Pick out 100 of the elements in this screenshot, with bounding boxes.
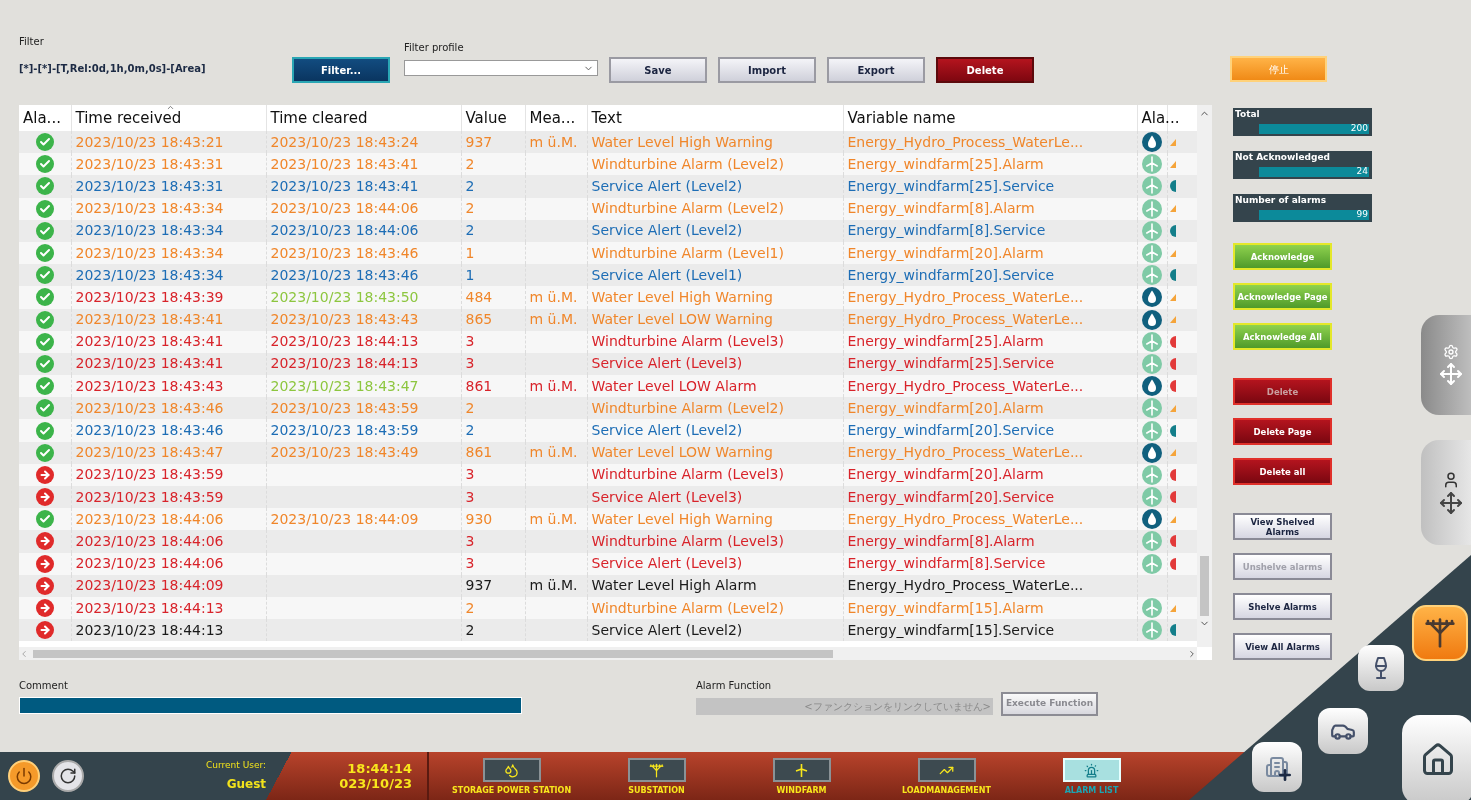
settings-icon <box>1443 344 1459 360</box>
nav-tab[interactable]: SUBSTATION <box>584 758 729 797</box>
action-button[interactable]: Acknowledge Page <box>1233 283 1332 310</box>
toolbar-button[interactable]: Import <box>718 57 816 83</box>
table-cell: 2023/10/23 18:43:31 <box>75 177 224 194</box>
toolbar-button[interactable]: Export <box>827 57 925 83</box>
action-button[interactable]: Delete Page <box>1233 418 1332 445</box>
table-row[interactable]: 2023/10/23 18:43:34 2023/10/23 18:43:46 1 Service Alert (Level1) Energy_windfarm[20].Service <box>19 264 1197 287</box>
nav-tab[interactable]: STORAGE POWER STATION <box>439 758 584 797</box>
horizontal-scrollbar[interactable] <box>19 647 1197 660</box>
column-header[interactable]: Value <box>465 108 507 127</box>
scroll-right-icon[interactable] <box>1187 648 1197 659</box>
table-row[interactable]: 2023/10/23 18:43:41 2023/10/23 18:44:13 3 Windturbine Alarm (Level3) Energy_windfarm[25].Alarm <box>19 330 1197 353</box>
table-row[interactable]: 2023/10/23 18:43:41 2023/10/23 18:44:13 3 Service Alert (Level3) Energy_windfarm[25].Service <box>19 352 1197 376</box>
table-row[interactable]: 2023/10/23 18:43:34 2023/10/23 18:43:46 1 Windturbine Alarm (Level1) Energy_windfarm[20].Alarm <box>19 241 1197 265</box>
table-cell: Windturbine Alarm (Level2) <box>591 200 784 217</box>
building-shortcut[interactable] <box>1252 742 1302 792</box>
table-cell: 2023/10/23 18:43:50 <box>270 288 419 305</box>
table-cell: 2023/10/23 18:43:41 <box>75 333 224 350</box>
comment-field[interactable] <box>19 697 522 714</box>
action-button[interactable]: Acknowledge All <box>1233 323 1332 350</box>
table-row[interactable]: 2023/10/23 18:44:09 937 m ü.M. Water Level High Alarm Energy_Hydro_Process_WaterLe... <box>19 574 1197 597</box>
filter-profile-select[interactable] <box>404 60 598 76</box>
action-button[interactable]: Shelve Alarms <box>1233 593 1332 620</box>
wind-turbine-icon <box>794 762 809 778</box>
car-shortcut[interactable] <box>1318 708 1368 754</box>
table-cell: 2023/10/23 18:43:46 <box>75 422 224 439</box>
column-header[interactable]: Ala... <box>23 108 61 127</box>
filter-button[interactable]: Filter... <box>292 57 390 83</box>
home-button[interactable] <box>1402 715 1471 800</box>
scroll-left-icon[interactable] <box>19 648 29 659</box>
table-row[interactable]: 2023/10/23 18:43:46 2023/10/23 18:43:59 2 Service Alert (Level2) Energy_windfarm[20].Service <box>19 419 1197 442</box>
power-icon <box>15 767 33 785</box>
table-cell: 2023/10/23 18:44:06 <box>270 222 419 239</box>
table-row[interactable]: 2023/10/23 18:43:34 2023/10/23 18:44:06 2 Service Alert (Level2) Energy_windfarm[8].Service <box>19 219 1197 242</box>
table-row[interactable]: 2023/10/23 18:43:59 3 Service Alert (Level3) Energy_windfarm[20].Service <box>19 486 1197 509</box>
table-cell: 2023/10/23 18:44:13 <box>270 355 419 372</box>
table-cell: 484 <box>465 288 493 305</box>
table-cell: 2023/10/23 18:43:34 <box>75 244 224 261</box>
siren-icon <box>1084 762 1099 778</box>
table-row[interactable]: 2023/10/23 18:43:34 2023/10/23 18:44:06 2 Windturbine Alarm (Level2) Energy_windfarm[8].Alarm <box>19 197 1197 220</box>
column-header[interactable]: Variable name <box>847 108 956 127</box>
column-header[interactable]: Time cleared <box>270 108 368 127</box>
clock-time: 18:44:14 <box>347 761 412 776</box>
scrollbar-thumb[interactable] <box>1200 556 1209 616</box>
column-header[interactable]: Ala... <box>1141 108 1180 127</box>
vertical-scrollbar[interactable] <box>1197 105 1212 647</box>
table-cell: 2023/10/23 18:43:31 <box>75 155 224 172</box>
table-row[interactable]: 2023/10/23 18:43:59 3 Windturbine Alarm (Level3) Energy_windfarm[20].Alarm <box>19 463 1197 486</box>
substation-shortcut[interactable] <box>1412 605 1468 661</box>
action-button[interactable]: View All Alarms <box>1233 633 1332 660</box>
table-cell: 3 <box>465 555 475 572</box>
table-row[interactable]: 2023/10/23 18:43:43 2023/10/23 18:43:47 861 m ü.M. Water Level LOW Alarm Energy_Hydro_Process_WaterLe... <box>19 375 1197 398</box>
scrollbar-thumb[interactable] <box>33 649 833 658</box>
column-header[interactable]: Text <box>591 108 622 127</box>
clock-date: 023/10/23 <box>339 776 412 791</box>
side-tab[interactable] <box>1421 440 1471 545</box>
table-cell: 2023/10/23 18:43:59 <box>270 399 419 416</box>
table-row[interactable]: 2023/10/23 18:44:13 2 Windturbine Alarm (Level2) Energy_windfarm[15].Alarm <box>19 596 1197 620</box>
table-cell: Water Level LOW Warning <box>591 311 773 328</box>
table-row[interactable]: 2023/10/23 18:44:13 2 Service Alert (Level2) Energy_windfarm[15].Service <box>19 619 1197 642</box>
table-cell: 2023/10/23 18:43:43 <box>270 311 419 328</box>
table-cell: Energy_windfarm[20].Alarm <box>847 466 1044 483</box>
table-cell: Energy_Hydro_Process_WaterLe... <box>847 377 1084 394</box>
toolbar-button[interactable]: Save <box>609 57 707 83</box>
action-button[interactable]: Delete all <box>1233 458 1332 485</box>
table-cell: Energy_windfarm[20].Alarm <box>847 399 1044 416</box>
table-cell: Energy_Hydro_Process_WaterLe... <box>847 510 1084 527</box>
table-cell: 2023/10/23 18:43:41 <box>270 177 419 194</box>
table-cell: Energy_windfarm[25].Alarm <box>847 155 1044 172</box>
table-cell: Energy_windfarm[25].Alarm <box>847 333 1044 350</box>
execute-function-button[interactable]: Execute Function <box>1001 692 1098 716</box>
table-cell: 1 <box>465 244 475 261</box>
nav-tab[interactable]: WINDFARM <box>729 758 874 797</box>
table-row[interactable]: 2023/10/23 18:44:06 3 Service Alert (Level3) Energy_windfarm[8].Service <box>19 552 1197 575</box>
power-button[interactable] <box>8 760 40 792</box>
nav-tab[interactable]: ALARM LIST <box>1019 758 1164 797</box>
comment-label: Comment <box>19 679 69 693</box>
table-row[interactable]: 2023/10/23 18:43:31 2023/10/23 18:43:41 2 Windturbine Alarm (Level2) Energy_windfarm[25].Alarm <box>19 153 1197 176</box>
table-cell: 2023/10/23 18:43:41 <box>75 311 224 328</box>
table-cell: 2023/10/23 18:44:13 <box>75 599 224 616</box>
stat-label: Number of alarms <box>1235 194 1327 207</box>
table-cell: Energy_windfarm[20].Service <box>847 422 1055 439</box>
action-button[interactable]: Acknowledge <box>1233 243 1332 270</box>
table-cell: Windturbine Alarm (Level2) <box>591 599 784 616</box>
table-row[interactable]: 2023/10/23 18:43:31 2023/10/23 18:43:41 2 Service Alert (Level2) Energy_windfarm[25].Service <box>19 175 1197 198</box>
table-cell: Energy_windfarm[20].Service <box>847 266 1055 283</box>
table-row[interactable]: 2023/10/23 18:43:39 2023/10/23 18:43:50 484 m ü.M. Water Level High Warning Energy_Hydro_Process_WaterLe... <box>19 286 1197 309</box>
column-header[interactable]: Time received <box>75 108 182 127</box>
action-button[interactable]: View Shelved Alarms <box>1233 513 1332 540</box>
side-tab[interactable] <box>1421 315 1471 415</box>
table-cell: Service Alert (Level2) <box>591 422 743 439</box>
current-user-label: Current User: <box>206 758 267 772</box>
toolbar-button[interactable]: Delete <box>936 57 1034 83</box>
table-row[interactable]: 2023/10/23 18:44:06 2023/10/23 18:44:09 930 m ü.M. Water Level High Warning Energy_Hydro_Process_WaterLe... <box>19 508 1197 531</box>
refresh-button[interactable] <box>52 760 84 792</box>
table-row[interactable]: 2023/10/23 18:44:06 3 Windturbine Alarm (Level3) Energy_windfarm[8].Alarm <box>19 530 1197 553</box>
column-header[interactable]: Mea... <box>529 108 576 127</box>
table-cell: Water Level LOW Alarm <box>591 377 757 394</box>
nav-tab[interactable]: LOADMANAGEMENT <box>874 758 1019 797</box>
